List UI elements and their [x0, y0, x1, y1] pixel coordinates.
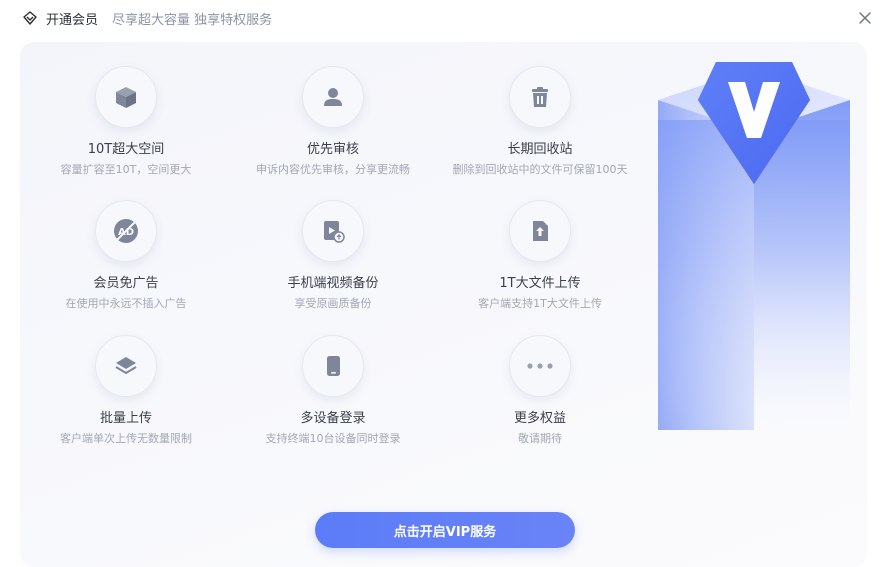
feature-desc: 申诉内容优先审核，分享更流畅	[256, 163, 410, 176]
cube-icon	[95, 66, 157, 128]
feature-large-upload: 1T大文件上传 客户端支持1T大文件上传	[438, 200, 642, 311]
layers-icon	[95, 335, 157, 397]
feature-desc: 享受原画质备份	[294, 297, 372, 310]
feature-title: 会员免广告	[93, 276, 159, 291]
feature-desc: 客户端支持1T大文件上传	[478, 297, 602, 310]
feature-title: 优先审核	[306, 142, 359, 157]
feature-title: 更多权益	[513, 411, 566, 426]
video-backup-icon	[302, 200, 364, 262]
feature-more-benefits: 更多权益 敬请期待	[438, 335, 642, 446]
feature-title: 长期回收站	[507, 142, 573, 157]
feature-title: 1T大文件上传	[499, 276, 581, 291]
more-icon	[509, 335, 571, 397]
feature-no-ads: AD 会员免广告 在使用中永远不插入广告	[24, 200, 228, 311]
file-upload-icon	[509, 200, 571, 262]
user-icon	[302, 66, 364, 128]
no-ad-icon: AD	[95, 200, 157, 262]
feature-desc: 支持终端10台设备同时登录	[265, 432, 401, 445]
feature-batch-upload: 批量上传 客户端单次上传无数量限制	[24, 335, 228, 446]
close-icon[interactable]	[857, 10, 873, 26]
feature-title: 多设备登录	[300, 411, 366, 426]
feature-video-backup: 手机端视频备份 享受原画质备份	[231, 200, 435, 311]
vip-badge-icon	[658, 62, 850, 430]
feature-desc: 在使用中永远不插入广告	[65, 297, 187, 310]
dialog-subtitle: 尽享超大容量 独享特权服务	[112, 12, 273, 28]
feature-storage: 10T超大空间 容量扩容至10T，空间更大	[24, 66, 228, 177]
feature-multi-device: 多设备登录 支持终端10台设备同时登录	[231, 335, 435, 446]
feature-desc: 容量扩容至10T，空间更大	[60, 163, 192, 176]
vip-illustration	[656, 60, 852, 430]
header: 开通会员 尽享超大容量 独享特权服务	[22, 8, 272, 28]
feature-priority-review: 优先审核 申诉内容优先审核，分享更流畅	[231, 66, 435, 177]
feature-desc: 客户端单次上传无数量限制	[60, 432, 192, 445]
trash-icon	[509, 66, 571, 128]
feature-title: 手机端视频备份	[287, 276, 379, 291]
dialog-title: 开通会员	[46, 12, 99, 28]
feature-recycle-bin: 长期回收站 删除到回收站中的文件可保留100天	[438, 66, 642, 177]
open-vip-button[interactable]: 点击开启VIP服务	[315, 512, 575, 548]
feature-title: 批量上传	[99, 411, 152, 426]
diamond-icon	[22, 10, 38, 26]
feature-desc: 删除到回收站中的文件可保留100天	[452, 163, 628, 176]
close-button[interactable]	[857, 10, 873, 26]
feature-desc: 敬请期待	[518, 432, 562, 445]
device-icon	[302, 335, 364, 397]
feature-title: 10T超大空间	[87, 142, 165, 157]
